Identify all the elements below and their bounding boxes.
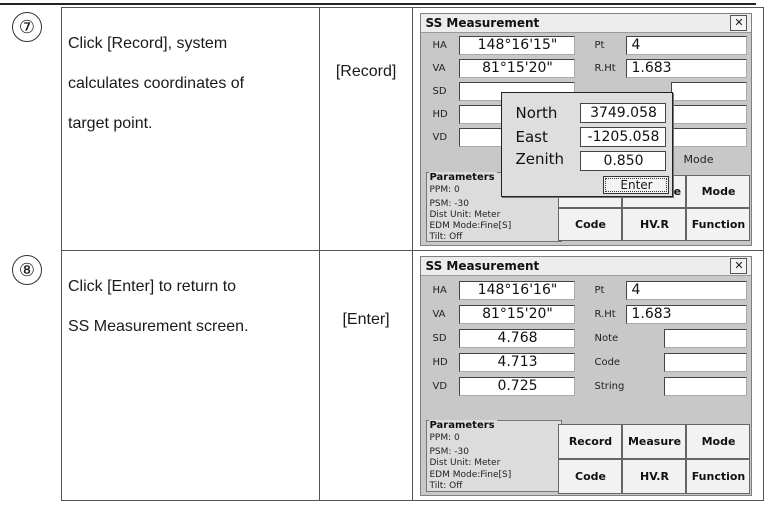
sd-label: SD [432, 86, 447, 97]
hd-field[interactable]: 4.713 [459, 353, 576, 372]
step-description: Click [Record], system calculates coordi… [68, 24, 316, 144]
va-field[interactable]: 81°15'20" [459, 305, 576, 324]
va-field[interactable]: 81°15'20" [459, 59, 576, 78]
vd-field[interactable]: 0.725 [459, 377, 576, 396]
mode-button[interactable]: Mode [686, 175, 751, 208]
step-key-cell: [Enter] [318, 250, 414, 501]
string-label: String [594, 381, 625, 392]
parameters-title: Parameters [429, 172, 497, 183]
ppm-text: PPM: 0 [429, 433, 460, 443]
vd-label: VD [432, 381, 448, 392]
rht-field[interactable]: 1.683 [626, 305, 748, 324]
screen-cell: SS Measurement ✕ HA 148°16'16" VA 81°15'… [412, 250, 764, 501]
north-label: North [515, 104, 558, 122]
pt-field[interactable]: 4 [626, 281, 748, 300]
dist-unit-text: Dist Unit: Meter [429, 458, 501, 468]
rht-label: R.Ht [594, 309, 616, 320]
hd-label: HD [432, 109, 448, 120]
zenith-label: Zenith [515, 150, 565, 168]
east-value: -1205.058 [580, 127, 667, 147]
psm-text: PSM: -30 [429, 447, 469, 457]
tilt-text: Tilt: Off [429, 232, 463, 242]
note-field[interactable] [671, 82, 748, 101]
function-button[interactable]: Function [686, 459, 751, 494]
va-label: VA [432, 63, 446, 74]
ss-measurement-window: SS Measurement ✕ HA 148°16'15" VA 81°15'… [420, 13, 753, 246]
edm-mode-text: EDM Mode:Fine[S] [429, 470, 512, 480]
ss-measurement-window: SS Measurement ✕ HA 148°16'16" VA 81°15'… [420, 256, 753, 496]
step-number: ⑦ [12, 12, 42, 42]
header-divider [0, 3, 756, 5]
description-line: calculates coordinates of [68, 75, 245, 92]
procedure-table: ⑦ Click [Record], system calculates coor… [12, 7, 764, 501]
step-key: [Enter] [342, 311, 390, 328]
description-line: Click [Enter] to return to [68, 278, 237, 295]
close-icon[interactable]: ✕ [730, 258, 748, 274]
step-key-cell: [Record] [318, 7, 414, 251]
code-field[interactable] [664, 353, 748, 372]
window-titlebar: SS Measurement ✕ [421, 14, 752, 33]
rht-field[interactable]: 1.683 [626, 59, 748, 78]
hvr-button[interactable]: HV.R [622, 208, 687, 241]
va-label: VA [432, 309, 446, 320]
close-icon[interactable]: ✕ [730, 15, 748, 31]
pt-label: Pt [594, 40, 605, 51]
measure-button[interactable]: Measure [622, 424, 687, 459]
ha-field[interactable]: 148°16'16" [459, 281, 576, 300]
window-title: SS Measurement [425, 259, 540, 273]
step-description: Click [Enter] to return to SS Measuremen… [68, 267, 316, 347]
function-button[interactable]: Function [686, 208, 751, 241]
pt-label: Pt [594, 285, 605, 296]
vd-label: VD [432, 132, 448, 143]
header-rule [0, 0, 766, 7]
parameters-title: Parameters [429, 420, 497, 431]
mode-label: Mode [683, 153, 714, 166]
screen-cell: SS Measurement ✕ HA 148°16'15" VA 81°15'… [412, 7, 764, 251]
enter-button[interactable]: Enter [603, 176, 670, 194]
coordinates-dialog: North 3749.058 East -1205.058 Zenith 0.8… [501, 92, 674, 197]
description-line: target point. [68, 115, 153, 132]
edm-mode-text: EDM Mode:Fine[S] [429, 221, 512, 231]
string-field[interactable] [664, 377, 748, 396]
step-number: ⑧ [12, 255, 42, 285]
sd-label: SD [432, 333, 447, 344]
hd-label: HD [432, 357, 448, 368]
north-value: 3749.058 [580, 103, 667, 123]
note-label: Note [594, 333, 619, 344]
step-description-cell: ⑧ Click [Enter] to return to SS Measurem… [12, 250, 320, 501]
note-field[interactable] [664, 329, 748, 348]
rht-label: R.Ht [594, 63, 616, 74]
pt-field[interactable]: 4 [626, 36, 748, 55]
hvr-button[interactable]: HV.R [622, 459, 687, 494]
ha-label: HA [432, 285, 447, 296]
tilt-text: Tilt: Off [429, 481, 463, 491]
east-label: East [515, 128, 548, 146]
code-field[interactable] [671, 105, 748, 124]
step-row-8: ⑧ Click [Enter] to return to SS Measurem… [12, 250, 764, 501]
code-button[interactable]: Code [558, 459, 623, 494]
psm-text: PSM: -30 [429, 199, 469, 209]
string-field[interactable] [671, 128, 748, 147]
ha-label: HA [432, 40, 447, 51]
step-row-7: ⑦ Click [Record], system calculates coor… [12, 7, 764, 251]
mode-button[interactable]: Mode [686, 424, 751, 459]
code-label: Code [594, 357, 621, 368]
dist-unit-text: Dist Unit: Meter [429, 210, 501, 220]
description-line: SS Measurement screen. [68, 318, 249, 335]
step-description-cell: ⑦ Click [Record], system calculates coor… [12, 7, 320, 251]
record-button[interactable]: Record [558, 424, 623, 459]
window-titlebar: SS Measurement ✕ [421, 257, 752, 276]
ppm-text: PPM: 0 [429, 185, 460, 195]
parameters-group: Parameters PPM: 0 PSM: -30 Dist Unit: Me… [426, 420, 563, 492]
step-key: [Record] [335, 63, 397, 80]
window-title: SS Measurement [425, 16, 540, 30]
zenith-value: 0.850 [580, 151, 667, 171]
ha-field[interactable]: 148°16'15" [459, 36, 576, 55]
description-line: Click [Record], system [68, 35, 228, 52]
sd-field[interactable]: 4.768 [459, 329, 576, 348]
code-button[interactable]: Code [558, 208, 623, 241]
